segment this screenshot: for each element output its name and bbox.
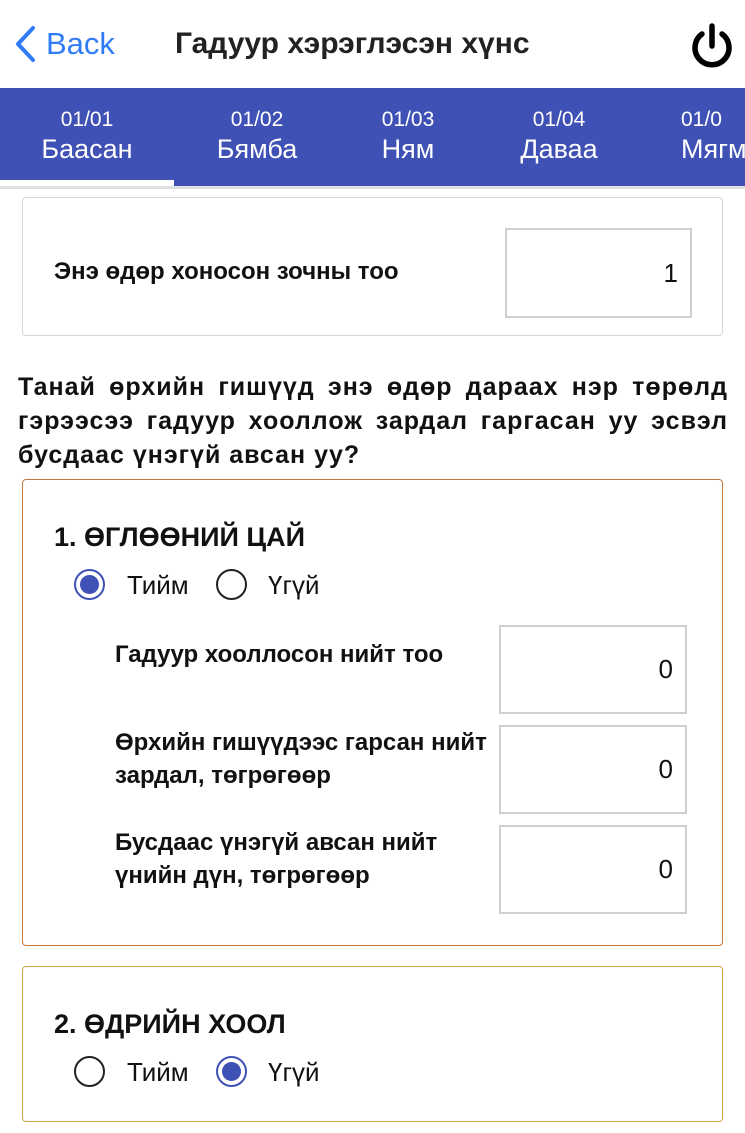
- chevron-left-icon: [16, 26, 35, 62]
- tab-date: 01/02: [230, 108, 284, 131]
- tab-date: 01/03: [381, 108, 435, 131]
- tab-0102[interactable]: 01/02 Бямба: [174, 88, 340, 186]
- tab-date: 01/0: [681, 108, 722, 131]
- field-label: Гадуур хооллосон нийт тоо: [115, 641, 444, 668]
- tab-0103[interactable]: 01/03 Ням: [340, 88, 476, 186]
- field-input-total-count[interactable]: 0: [499, 625, 687, 714]
- tab-date: 01/01: [60, 108, 114, 131]
- tab-day: Даваа: [520, 134, 598, 164]
- back-button[interactable]: Back: [14, 22, 115, 66]
- radio-yes[interactable]: [74, 569, 105, 600]
- back-label: Back: [46, 26, 115, 61]
- radio-no[interactable]: [216, 569, 247, 600]
- radio-no-label: Үгүй: [268, 1057, 320, 1087]
- section-title: 1. ӨГЛӨӨНИЙ ЦАЙ: [54, 522, 306, 552]
- tab-0104[interactable]: 01/04 Даваа: [476, 88, 642, 186]
- tab-0105[interactable]: 01/0 Мягм: [681, 88, 745, 186]
- radio-yes-label: Тийм: [127, 570, 189, 600]
- radio-no-label: Үгүй: [268, 570, 320, 600]
- power-button[interactable]: [688, 22, 736, 70]
- section-breakfast: 1. ӨГЛӨӨНИЙ ЦАЙ Тийм Үгүй Гадуур хооллос…: [22, 479, 723, 946]
- guests-count-input[interactable]: 1: [505, 228, 692, 318]
- tab-bar-divider: [0, 186, 745, 189]
- tab-day: Баасан: [41, 134, 133, 164]
- section-lunch: 2. ӨДРИЙН ХООЛ Тийм Үгүй: [22, 966, 723, 1122]
- guests-card: Энэ өдөр хоносон зочны тоо 1: [22, 197, 723, 336]
- power-icon: [692, 23, 732, 68]
- tab-day: Бямба: [216, 134, 298, 164]
- tab-date: 01/04: [532, 108, 586, 131]
- question-text: Танай өрхийн гишүүд энэ өдөр дараах нэр …: [18, 373, 728, 469]
- radio-yes[interactable]: [74, 1056, 105, 1087]
- tab-0101[interactable]: 01/01 Баасан: [0, 88, 174, 186]
- radio-no[interactable]: [216, 1056, 247, 1087]
- radio-yes-label: Тийм: [127, 1057, 189, 1087]
- field-input-free-value[interactable]: 0: [499, 825, 687, 914]
- tab-day: Ням: [381, 134, 435, 164]
- date-tab-bar: 01/01 Баасан 01/02 Бямба 01/03 Ням 01/04…: [0, 88, 745, 186]
- field-input-household-expense[interactable]: 0: [499, 725, 687, 814]
- section-title: 2. ӨДРИЙН ХООЛ: [54, 1009, 286, 1039]
- guests-label: Энэ өдөр хоносон зочны тоо: [54, 258, 399, 285]
- field-label: Өрхийн гишүүдээс гарсан нийт зардал, төг…: [115, 729, 487, 789]
- tab-day: Мягм: [681, 134, 745, 164]
- navigation-bar: Back Гадуур хэрэглэсэн хүнс: [0, 0, 745, 88]
- page-title: Гадуур хэрэглэсэн хүнс: [175, 27, 530, 60]
- field-label: Бусдаас үнэгүй авсан нийт үнийн дүн, төг…: [115, 829, 438, 889]
